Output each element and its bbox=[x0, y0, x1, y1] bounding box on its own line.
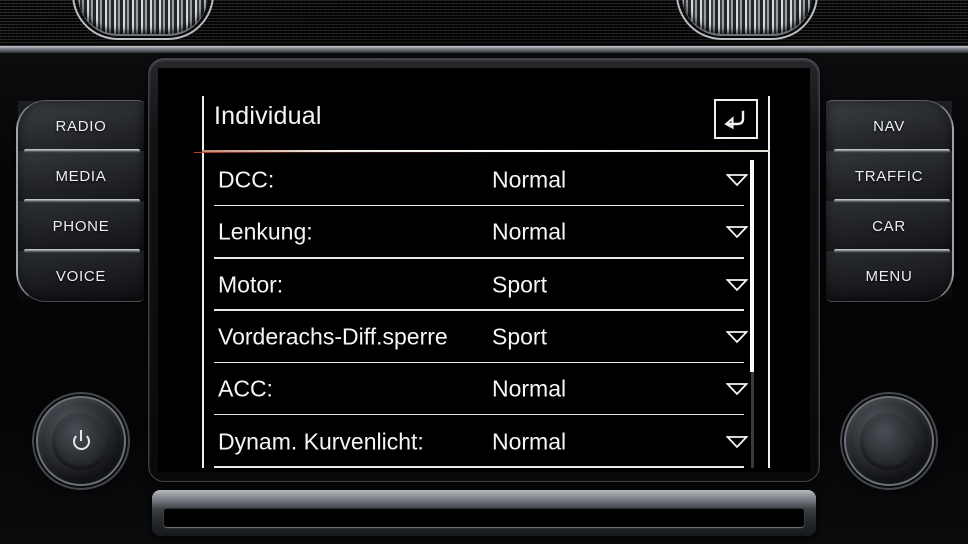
button-car[interactable]: CAR bbox=[826, 201, 952, 251]
page-title: Individual bbox=[214, 102, 322, 130]
row-value: Normal bbox=[492, 166, 567, 193]
row-label: DCC: bbox=[218, 166, 275, 193]
back-arrow-icon bbox=[724, 110, 745, 130]
chevron-down-icon[interactable] bbox=[725, 435, 749, 448]
button-radio-label: RADIO bbox=[55, 117, 107, 135]
dashboard-scene: RADIO MEDIA PHONE VOICE NAV TRAFFIC CAR … bbox=[0, 0, 968, 544]
button-voice[interactable]: VOICE bbox=[18, 251, 144, 301]
button-traffic-label: TRAFFIC bbox=[854, 167, 924, 185]
row-value: Sport bbox=[492, 323, 547, 350]
vertical-scrollbar-thumb[interactable] bbox=[750, 160, 754, 372]
power-volume-knob[interactable] bbox=[38, 398, 124, 484]
back-button[interactable] bbox=[714, 99, 758, 139]
table-row[interactable]: DCC: Normal bbox=[204, 154, 770, 207]
button-voice-label: VOICE bbox=[55, 267, 107, 285]
row-value: Normal bbox=[492, 218, 567, 245]
button-menu[interactable]: MENU bbox=[826, 251, 952, 301]
button-phone-label: PHONE bbox=[52, 217, 110, 235]
chevron-down-icon[interactable] bbox=[725, 174, 749, 187]
row-label: Motor: bbox=[218, 271, 284, 298]
button-nav[interactable]: NAV bbox=[826, 101, 952, 151]
button-menu-label: MENU bbox=[865, 267, 913, 285]
right-button-pod: NAV TRAFFIC CAR MENU bbox=[826, 100, 954, 302]
button-radio[interactable]: RADIO bbox=[18, 101, 144, 151]
power-icon bbox=[72, 429, 90, 450]
table-row[interactable]: ACC: Normal bbox=[204, 363, 770, 416]
tune-knob[interactable] bbox=[846, 398, 932, 484]
head-unit: RADIO MEDIA PHONE VOICE NAV TRAFFIC CAR … bbox=[0, 46, 968, 544]
chevron-down-icon[interactable] bbox=[725, 383, 749, 396]
power-volume-knob-face bbox=[52, 412, 110, 470]
row-label: Lenkung: bbox=[218, 218, 313, 245]
row-label: Dynam. Kurvenlicht: bbox=[218, 428, 424, 455]
chevron-down-icon[interactable] bbox=[725, 331, 749, 344]
table-row[interactable]: Motor: Sport bbox=[204, 259, 770, 311]
row-label: ACC: bbox=[218, 375, 273, 402]
row-label: Vorderachs-Diff.sperre bbox=[218, 323, 448, 350]
row-value: Normal bbox=[492, 428, 567, 455]
button-traffic[interactable]: TRAFFIC bbox=[826, 151, 952, 201]
tune-knob-face bbox=[860, 412, 918, 470]
button-media[interactable]: MEDIA bbox=[18, 151, 144, 201]
table-row[interactable]: Lenkung: Normal bbox=[204, 206, 770, 259]
header-divider-glow bbox=[194, 152, 778, 153]
button-nav-label: NAV bbox=[873, 117, 905, 135]
cd-slot[interactable] bbox=[164, 508, 804, 527]
head-unit-chrome-trim bbox=[0, 46, 968, 53]
left-button-pod: RADIO MEDIA PHONE VOICE bbox=[16, 100, 144, 302]
button-phone[interactable]: PHONE bbox=[18, 201, 144, 251]
row-value: Sport bbox=[492, 271, 547, 298]
infotainment-display: Individual DCC: Normal Lenkung: Normal M… bbox=[158, 68, 810, 472]
screen-header: Individual bbox=[204, 96, 768, 150]
table-row[interactable]: Vorderachs-Diff.sperre Sport bbox=[204, 311, 770, 364]
button-car-label: CAR bbox=[872, 217, 906, 235]
chevron-down-icon[interactable] bbox=[725, 278, 749, 292]
chevron-down-icon[interactable] bbox=[725, 226, 749, 239]
row-divider bbox=[214, 466, 744, 468]
row-value: Normal bbox=[492, 375, 567, 402]
table-row[interactable]: Dynam. Kurvenlicht: Normal bbox=[204, 415, 770, 468]
button-media-label: MEDIA bbox=[55, 167, 107, 185]
settings-list: DCC: Normal Lenkung: Normal Motor: Sport… bbox=[204, 154, 770, 468]
